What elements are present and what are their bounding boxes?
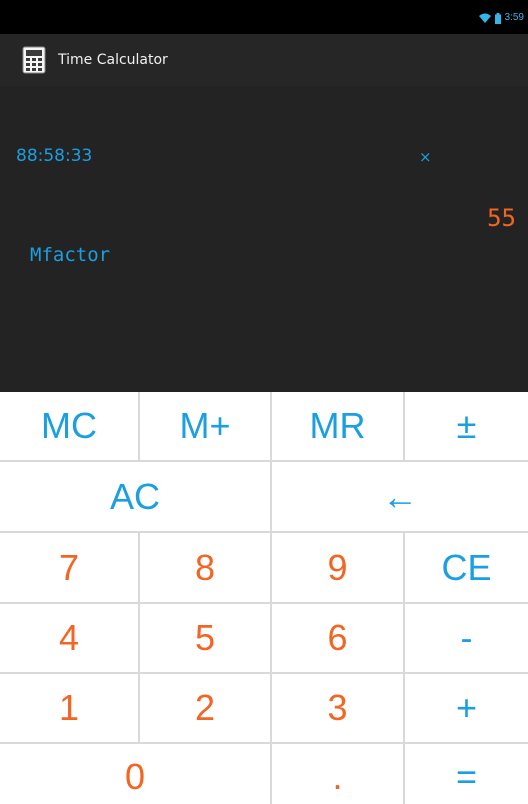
equals-button[interactable]: = bbox=[405, 744, 528, 804]
calculator-app-icon[interactable] bbox=[20, 46, 48, 74]
digit-8-button[interactable]: 8 bbox=[140, 533, 272, 602]
minus-button[interactable]: - bbox=[405, 604, 528, 672]
keypad: MC M+ MR ± AC ← 7 8 9 CE 4 5 6 - 1 2 3 +… bbox=[0, 392, 528, 804]
decimal-point-button[interactable]: . bbox=[272, 744, 405, 804]
digit-1-button[interactable]: 1 bbox=[0, 674, 140, 742]
display-memory-label: Mfactor bbox=[30, 244, 111, 266]
status-indicators: 3:59 bbox=[478, 12, 524, 24]
plus-button[interactable]: + bbox=[405, 674, 528, 742]
battery-icon bbox=[494, 12, 501, 24]
digit-5-button[interactable]: 5 bbox=[140, 604, 272, 672]
keypad-row-0: 0 . = bbox=[0, 744, 528, 804]
all-clear-button[interactable]: AC bbox=[0, 462, 272, 531]
action-bar: Time Calculator bbox=[0, 34, 528, 87]
mc-button[interactable]: MC bbox=[0, 392, 140, 460]
digit-0-button[interactable]: 0 bbox=[0, 744, 272, 804]
keypad-row-456: 4 5 6 - bbox=[0, 604, 528, 674]
display-input-value: 55 bbox=[487, 204, 516, 232]
wifi-icon bbox=[478, 13, 491, 23]
keypad-row-123: 1 2 3 + bbox=[0, 674, 528, 744]
digit-7-button[interactable]: 7 bbox=[0, 533, 140, 602]
app-title: Time Calculator bbox=[58, 52, 168, 68]
keypad-row-clear: AC ← bbox=[0, 462, 528, 533]
plus-minus-button[interactable]: ± bbox=[405, 392, 528, 460]
m-plus-button[interactable]: M+ bbox=[140, 392, 272, 460]
mr-button[interactable]: MR bbox=[272, 392, 405, 460]
status-time: 3:59 bbox=[504, 12, 524, 23]
digit-3-button[interactable]: 3 bbox=[272, 674, 405, 742]
keypad-row-memory: MC M+ MR ± bbox=[0, 392, 528, 462]
digit-4-button[interactable]: 4 bbox=[0, 604, 140, 672]
digit-6-button[interactable]: 6 bbox=[272, 604, 405, 672]
calculator-display: 88:58:33 × 55 Mfactor bbox=[0, 86, 528, 392]
digit-9-button[interactable]: 9 bbox=[272, 533, 405, 602]
display-operator: × bbox=[419, 148, 432, 166]
digit-2-button[interactable]: 2 bbox=[140, 674, 272, 742]
display-time-value: 88:58:33 bbox=[16, 146, 93, 166]
keypad-row-789: 7 8 9 CE bbox=[0, 533, 528, 604]
status-bar: 3:59 bbox=[0, 0, 528, 34]
backspace-button[interactable]: ← bbox=[272, 462, 528, 531]
clear-entry-button[interactable]: CE bbox=[405, 533, 528, 602]
